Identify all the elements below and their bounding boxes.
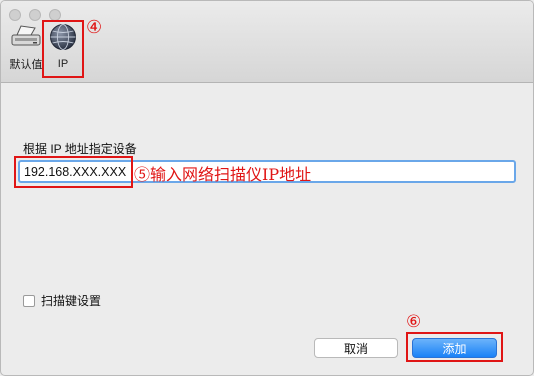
add-device-window: 默认值 IP ④ 根据 IP 地址指定设备 192.168.XXX.XXX ⑤输… [0, 0, 534, 376]
scanner-icon [9, 23, 43, 52]
toolbar-item-default[interactable]: 默认值 [6, 23, 46, 75]
highlight-ip-tab [42, 20, 84, 78]
highlight-ip-input [14, 156, 133, 188]
close-window-button[interactable] [9, 9, 21, 21]
annotation-step4: ④ [86, 17, 103, 38]
minimize-window-button[interactable] [29, 9, 41, 21]
cancel-button[interactable]: 取消 [314, 338, 398, 358]
highlight-add-button [406, 332, 503, 362]
annotation-step6: ⑥ [406, 312, 422, 332]
scan-key-checkbox[interactable] [23, 294, 35, 307]
scan-key-setting-row[interactable]: 扫描键设置 [23, 292, 101, 309]
scan-key-label: 扫描键设置 [41, 294, 102, 308]
annotation-step5: ⑤输入网络扫描仪IP地址 [134, 165, 312, 184]
toolbar-item-label: 默认值 [9, 59, 43, 71]
ip-field-label: 根据 IP 地址指定设备 [23, 142, 137, 156]
